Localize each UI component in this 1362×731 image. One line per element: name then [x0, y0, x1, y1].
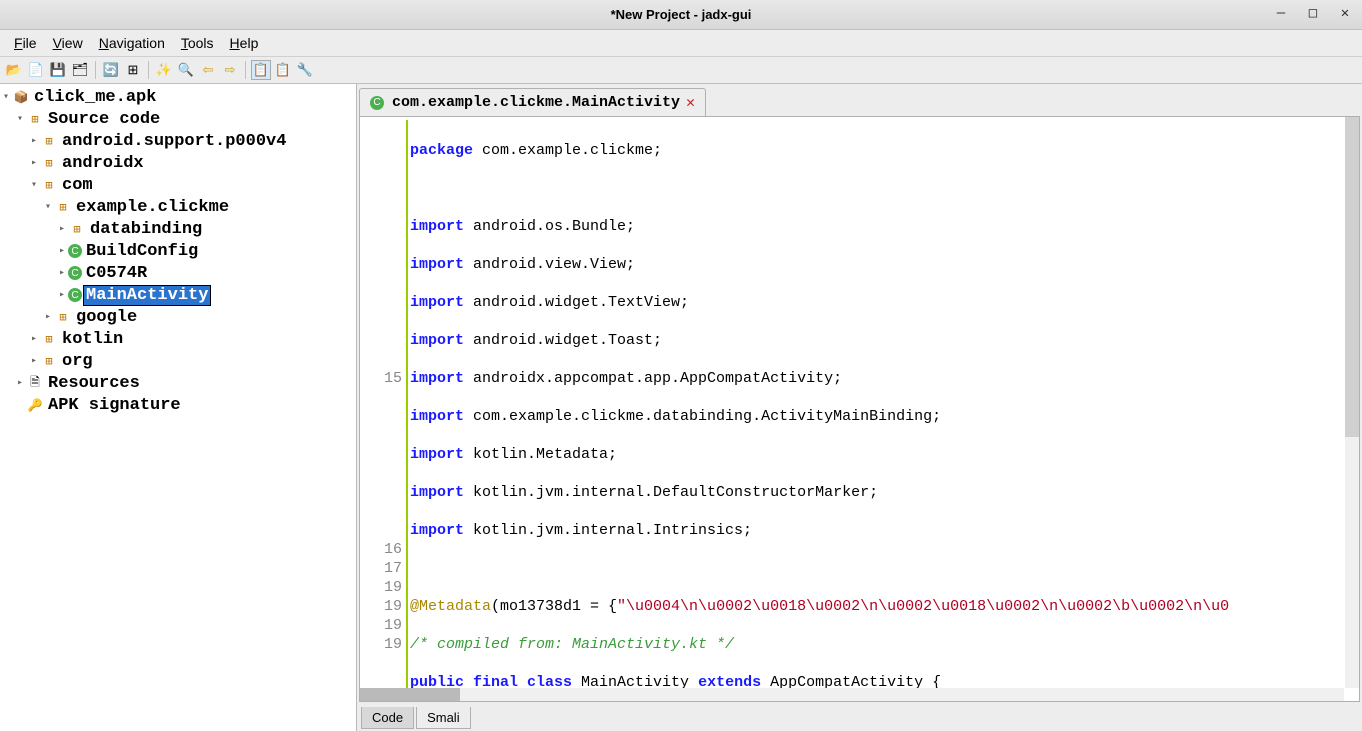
- line-gutter: 15161719191919: [363, 120, 408, 698]
- menu-view[interactable]: View: [45, 32, 91, 54]
- tree-apk-signature[interactable]: 🔑APK signature: [0, 394, 356, 416]
- project-tree: ▾📦click_me.apk ▾Source code ▸android.sup…: [0, 86, 356, 416]
- save-all-icon[interactable]: 🗂: [70, 60, 90, 80]
- window-title: *New Project - jadx-gui: [611, 7, 752, 22]
- view-tabs: Code Smali: [359, 705, 1360, 731]
- tree-icon[interactable]: ⊞: [123, 60, 143, 80]
- separator: [148, 61, 149, 79]
- tree-pkg-example[interactable]: ▾example.clickme: [0, 196, 356, 218]
- package-icon: [54, 308, 72, 326]
- code-area[interactable]: 15161719191919 package com.example.click…: [363, 120, 1356, 698]
- tree-pkg-google[interactable]: ▸google: [0, 306, 356, 328]
- menu-help[interactable]: Help: [222, 32, 267, 54]
- minimize-button[interactable]: ‒: [1274, 6, 1288, 20]
- maximize-button[interactable]: □: [1306, 6, 1320, 20]
- package-icon: [68, 220, 86, 238]
- editor-container: 15161719191919 package com.example.click…: [359, 116, 1360, 702]
- close-tab-icon[interactable]: ✕: [686, 93, 695, 112]
- workspace: ▾📦click_me.apk ▾Source code ▸android.sup…: [0, 84, 1362, 731]
- tab-mainactivity[interactable]: C com.example.clickme.MainActivity ✕: [359, 88, 706, 116]
- wand-icon[interactable]: ✨: [154, 60, 174, 80]
- close-button[interactable]: ✕: [1338, 6, 1352, 20]
- package-icon: [40, 330, 58, 348]
- back-icon[interactable]: ⇦: [198, 60, 218, 80]
- settings-icon[interactable]: 🔧: [295, 60, 315, 80]
- package-icon: [40, 154, 58, 172]
- separator: [245, 61, 246, 79]
- package-icon: [26, 110, 44, 128]
- tree-pkg-databinding[interactable]: ▸databinding: [0, 218, 356, 240]
- class-icon: C: [68, 266, 82, 280]
- package-icon: [40, 132, 58, 150]
- package-icon: [54, 198, 72, 216]
- vertical-scrollbar[interactable]: [1345, 117, 1359, 688]
- tree-pkg-com[interactable]: ▾com: [0, 174, 356, 196]
- tab-smali[interactable]: Smali: [416, 707, 471, 729]
- search-icon[interactable]: 🔍: [176, 60, 196, 80]
- apk-icon: 📦: [12, 88, 30, 106]
- editor-panel: C com.example.clickme.MainActivity ✕ 151…: [357, 84, 1362, 731]
- tree-pkg-androidx[interactable]: ▸androidx: [0, 152, 356, 174]
- menu-tools[interactable]: Tools: [173, 32, 222, 54]
- tree-cls-c0574r[interactable]: ▸CC0574R: [0, 262, 356, 284]
- toolbar: 📂 📄 💾 🗂 🔄 ⊞ ✨ 🔍 ⇦ ⇨ 📋 📋 🔧: [0, 57, 1362, 84]
- tab-label: com.example.clickme.MainActivity: [392, 94, 680, 111]
- tree-pkg-support[interactable]: ▸android.support.p000v4: [0, 130, 356, 152]
- tab-code[interactable]: Code: [361, 707, 414, 729]
- window-buttons: ‒ □ ✕: [1274, 6, 1352, 20]
- tree-apk[interactable]: ▾📦click_me.apk: [0, 86, 356, 108]
- code-content[interactable]: package com.example.clickme; import andr…: [408, 120, 1356, 698]
- menubar: File View Navigation Tools Help: [0, 30, 1362, 57]
- add-file-icon[interactable]: 📄: [26, 60, 46, 80]
- file-tabs: C com.example.clickme.MainActivity ✕: [359, 88, 1360, 116]
- tree-resources[interactable]: ▸🗎Resources: [0, 372, 356, 394]
- tree-pkg-org[interactable]: ▸org: [0, 350, 356, 372]
- sync-icon[interactable]: 🔄: [101, 60, 121, 80]
- tree-cls-mainactivity[interactable]: ▸CMainActivity: [0, 284, 356, 306]
- tree-panel: ▾📦click_me.apk ▾Source code ▸android.sup…: [0, 84, 357, 731]
- forward-icon[interactable]: ⇨: [220, 60, 240, 80]
- class-icon: C: [370, 96, 384, 110]
- tree-pkg-kotlin[interactable]: ▸kotlin: [0, 328, 356, 350]
- menu-file[interactable]: File: [6, 32, 45, 54]
- deobfuscate-icon[interactable]: 📋: [251, 60, 271, 80]
- titlebar: *New Project - jadx-gui ‒ □ ✕: [0, 0, 1362, 30]
- open-file-icon[interactable]: 📂: [4, 60, 24, 80]
- log-icon[interactable]: 📋: [273, 60, 293, 80]
- class-icon: C: [68, 288, 82, 302]
- menu-navigation[interactable]: Navigation: [91, 32, 173, 54]
- resources-icon: 🗎: [26, 374, 44, 392]
- horizontal-scrollbar[interactable]: [360, 688, 1344, 701]
- class-icon: C: [68, 244, 82, 258]
- separator: [95, 61, 96, 79]
- package-icon: [40, 352, 58, 370]
- tree-cls-buildconfig[interactable]: ▸CBuildConfig: [0, 240, 356, 262]
- tree-source[interactable]: ▾Source code: [0, 108, 356, 130]
- save-icon[interactable]: 💾: [48, 60, 68, 80]
- package-icon: [40, 176, 58, 194]
- key-icon: 🔑: [26, 396, 44, 414]
